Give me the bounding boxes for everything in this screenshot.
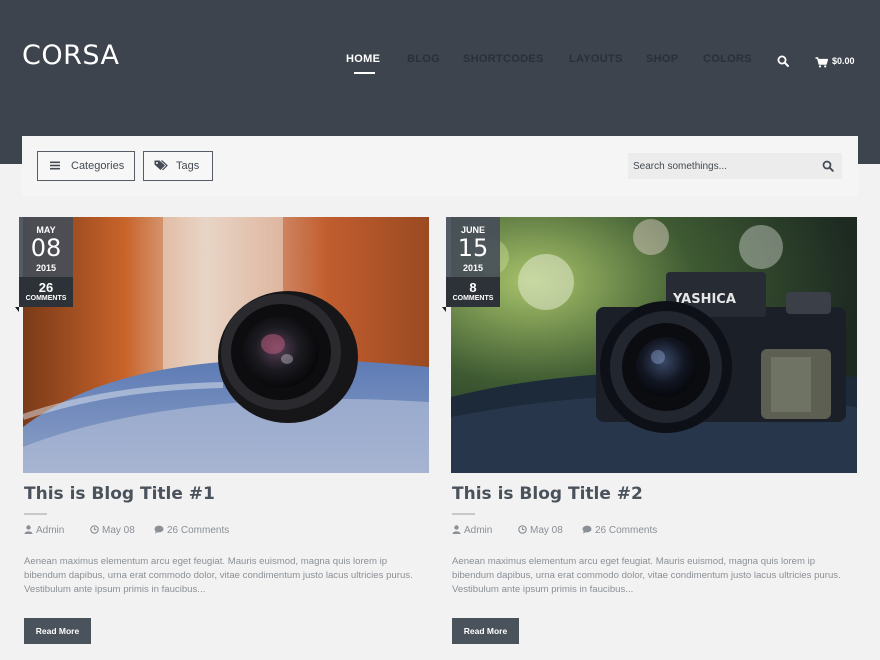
title-divider	[452, 513, 475, 515]
search-box	[628, 153, 842, 179]
tag-icon	[154, 160, 168, 174]
post-comments[interactable]: 26 Comments	[582, 525, 657, 536]
list-icon	[50, 160, 61, 174]
post-date: May 08	[90, 525, 135, 536]
search-icon[interactable]	[777, 54, 789, 72]
nav-item-home[interactable]: HOME	[346, 53, 380, 65]
nav-item-shortcodes[interactable]: SHORTCODES	[463, 53, 544, 65]
comment-label: COMMENTS	[452, 295, 494, 302]
comment-icon	[582, 525, 592, 534]
date-year: 2015	[462, 263, 484, 273]
main-nav: HOME BLOG SHORTCODES LAYOUTS SHOP COLORS	[0, 53, 880, 73]
tags-button[interactable]: Tags	[143, 151, 213, 181]
search-submit-icon[interactable]	[822, 159, 834, 177]
post-excerpt: Aenean maximus elementum arcu eget feugi…	[452, 556, 841, 595]
date-badge: JUNE 15 2015 8 COMMENTS	[442, 217, 500, 312]
post-excerpt: Aenean maximus elementum arcu eget feugi…	[24, 556, 413, 595]
clock-icon	[518, 525, 527, 534]
comment-icon	[154, 525, 164, 534]
cart-total[interactable]: $0.00	[832, 56, 855, 66]
post-title[interactable]: This is Blog Title #2	[452, 484, 643, 504]
nav-item-blog[interactable]: BLOG	[407, 53, 440, 65]
comment-label: COMMENTS	[25, 295, 67, 302]
categories-label: Categories	[71, 160, 125, 172]
nav-item-colors[interactable]: COLORS	[703, 53, 752, 65]
comment-count: 8	[469, 280, 477, 295]
cart-icon[interactable]	[815, 55, 829, 73]
date-year: 2015	[35, 263, 57, 273]
post-image[interactable]	[23, 217, 429, 473]
filter-bar: Categories Tags	[22, 136, 858, 196]
comment-badge[interactable]: 26 COMMENTS	[19, 277, 73, 307]
post-title[interactable]: This is Blog Title #1	[24, 484, 215, 504]
title-divider	[24, 513, 47, 515]
date-day: 15	[457, 234, 489, 262]
tags-label: Tags	[176, 160, 200, 172]
post-image[interactable]: YASHICA	[451, 217, 857, 473]
search-input[interactable]	[628, 153, 816, 179]
read-more-button[interactable]: Read More	[452, 618, 519, 644]
user-icon	[24, 525, 33, 534]
nav-item-shop[interactable]: SHOP	[646, 53, 678, 65]
post-date: May 08	[518, 525, 563, 536]
comment-count: 26	[38, 280, 54, 295]
date-day: 08	[30, 234, 62, 262]
read-more-button[interactable]: Read More	[24, 618, 91, 644]
nav-item-layouts[interactable]: LAYOUTS	[569, 53, 623, 65]
post-comments[interactable]: 26 Comments	[154, 525, 229, 536]
categories-button[interactable]: Categories	[37, 151, 135, 181]
date-badge: MAY 08 2015 26 COMMENTS	[15, 217, 73, 312]
post-author[interactable]: Admin	[24, 525, 64, 536]
post-author[interactable]: Admin	[452, 525, 492, 536]
clock-icon	[90, 525, 99, 534]
comment-badge[interactable]: 8 COMMENTS	[446, 277, 500, 307]
user-icon	[452, 525, 461, 534]
nav-active-indicator	[354, 72, 375, 74]
